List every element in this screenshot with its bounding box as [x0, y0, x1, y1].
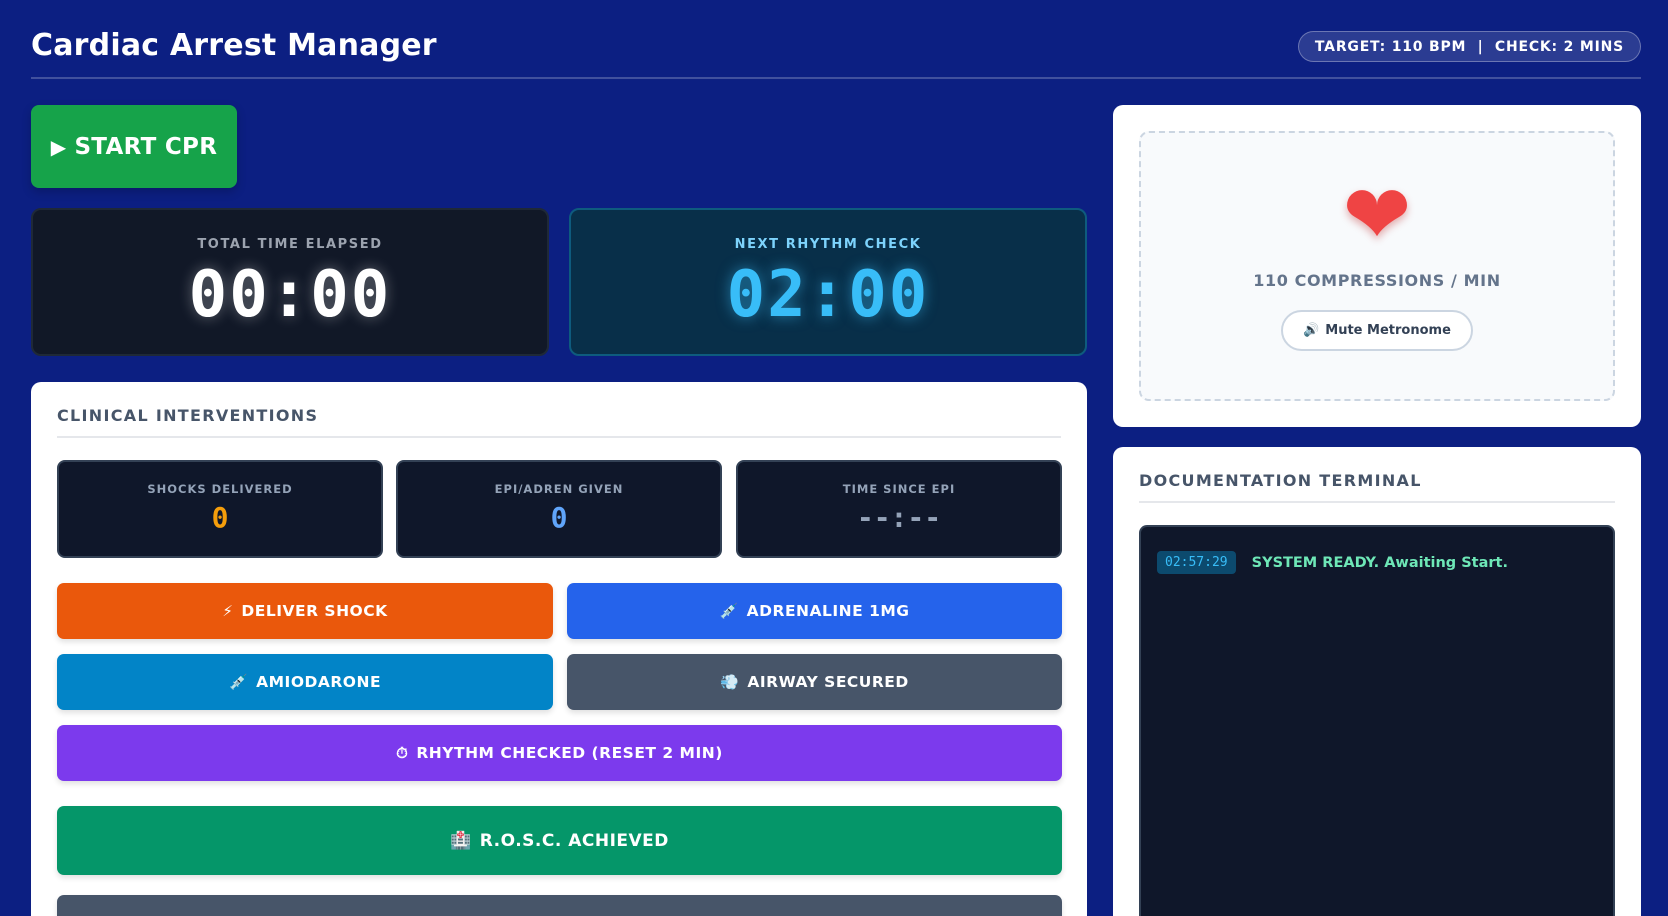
syringe-icon: 💉 [719, 602, 739, 620]
rhythm-checked-label: RHYTHM CHECKED (RESET 2 MIN) [416, 744, 723, 762]
airway-secured-label: AIRWAY SECURED [747, 673, 909, 691]
next-check-value: 02:00 [726, 258, 930, 332]
stopwatch-icon: ⏱ [396, 744, 409, 762]
total-time-label: TOTAL TIME ELAPSED [197, 237, 383, 252]
next-check-panel: NEXT RHYTHM CHECK 02:00 [569, 208, 1087, 356]
amiodarone-label: AMIODARONE [256, 673, 382, 691]
target-settings-badge: TARGET: 110 BPM | CHECK: 2 MINS [1297, 31, 1641, 62]
amiodarone-button[interactable]: 💉 AMIODARONE [57, 654, 553, 710]
stat-shocks-value: 0 [211, 501, 229, 534]
stat-shocks: SHOCKS DELIVERED 0 [57, 460, 383, 558]
syringe-icon: 💉 [228, 673, 249, 691]
total-time-value: 00:00 [188, 258, 392, 332]
metronome-panel: ❤ 110 COMPRESSIONS / MIN 🔊 Mute Metronom… [1139, 131, 1615, 401]
stat-epi-value: 0 [550, 501, 568, 534]
stat-epi-label: EPI/ADREN GIVEN [494, 482, 624, 496]
clinical-interventions-panel: CLINICAL INTERVENTIONS SHOCKS DELIVERED … [31, 382, 1087, 916]
rosc-achieved-button[interactable]: 🏥 R.O.S.C. ACHIEVED [57, 806, 1062, 875]
header: Cardiac Arrest Manager TARGET: 110 BPM |… [31, 0, 1641, 79]
page-title: Cardiac Arrest Manager [31, 28, 437, 63]
airway-secured-button[interactable]: 💨 AIRWAY SECURED [567, 654, 1062, 710]
next-check-label: NEXT RHYTHM CHECK [734, 237, 922, 252]
app-root: Cardiac Arrest Manager TARGET: 110 BPM |… [0, 0, 1668, 916]
wind-icon: 💨 [720, 673, 740, 691]
lightning-icon: ⚡ [222, 602, 234, 620]
stat-time-since-epi-label: TIME SINCE EPI [842, 482, 956, 496]
metronome-card: ❤ 110 COMPRESSIONS / MIN 🔊 Mute Metronom… [1113, 105, 1641, 427]
documentation-terminal[interactable]: 02:57:29 SYSTEM READY. Awaiting Start. [1139, 525, 1615, 916]
documentation-card: DOCUMENTATION TERMINAL 02:57:29 SYSTEM R… [1113, 447, 1641, 916]
stat-time-since-epi: TIME SINCE EPI --:-- [736, 460, 1062, 558]
play-icon: ▶ [50, 134, 67, 159]
stat-epi: EPI/ADREN GIVEN 0 [396, 460, 722, 558]
speaker-icon: 🔊 [1303, 323, 1320, 338]
mute-metronome-label: Mute Metronome [1325, 323, 1451, 338]
total-time-panel: TOTAL TIME ELAPSED 00:00 [31, 208, 549, 356]
deliver-shock-label: DELIVER SHOCK [241, 602, 388, 620]
clinical-heading: CLINICAL INTERVENTIONS [57, 406, 1061, 438]
mute-metronome-button[interactable]: 🔊 Mute Metronome [1281, 310, 1473, 351]
log-entry: 02:57:29 SYSTEM READY. Awaiting Start. [1157, 551, 1508, 574]
stat-time-since-epi-value: --:-- [856, 501, 942, 534]
compression-rate-label: 110 COMPRESSIONS / MIN [1253, 271, 1501, 290]
hospital-icon: 🏥 [450, 830, 472, 851]
rosc-achieved-label: R.O.S.C. ACHIEVED [479, 830, 669, 851]
adrenaline-label: ADRENALINE 1MG [746, 602, 910, 620]
log-message: SYSTEM READY. Awaiting Start. [1251, 554, 1508, 571]
start-cpr-button[interactable]: ▶ START CPR [31, 105, 237, 188]
stat-shocks-label: SHOCKS DELIVERED [147, 482, 293, 496]
log-timestamp: 02:57:29 [1157, 551, 1236, 574]
rhythm-checked-button[interactable]: ⏱ RHYTHM CHECKED (RESET 2 MIN) [57, 725, 1062, 781]
heart-icon: ❤ [1342, 168, 1412, 263]
adrenaline-button[interactable]: 💉 ADRENALINE 1MG [567, 583, 1062, 639]
additional-action-button[interactable] [57, 895, 1062, 916]
start-cpr-label: START CPR [74, 133, 218, 160]
documentation-heading: DOCUMENTATION TERMINAL [1139, 471, 1615, 503]
deliver-shock-button[interactable]: ⚡ DELIVER SHOCK [57, 583, 553, 639]
